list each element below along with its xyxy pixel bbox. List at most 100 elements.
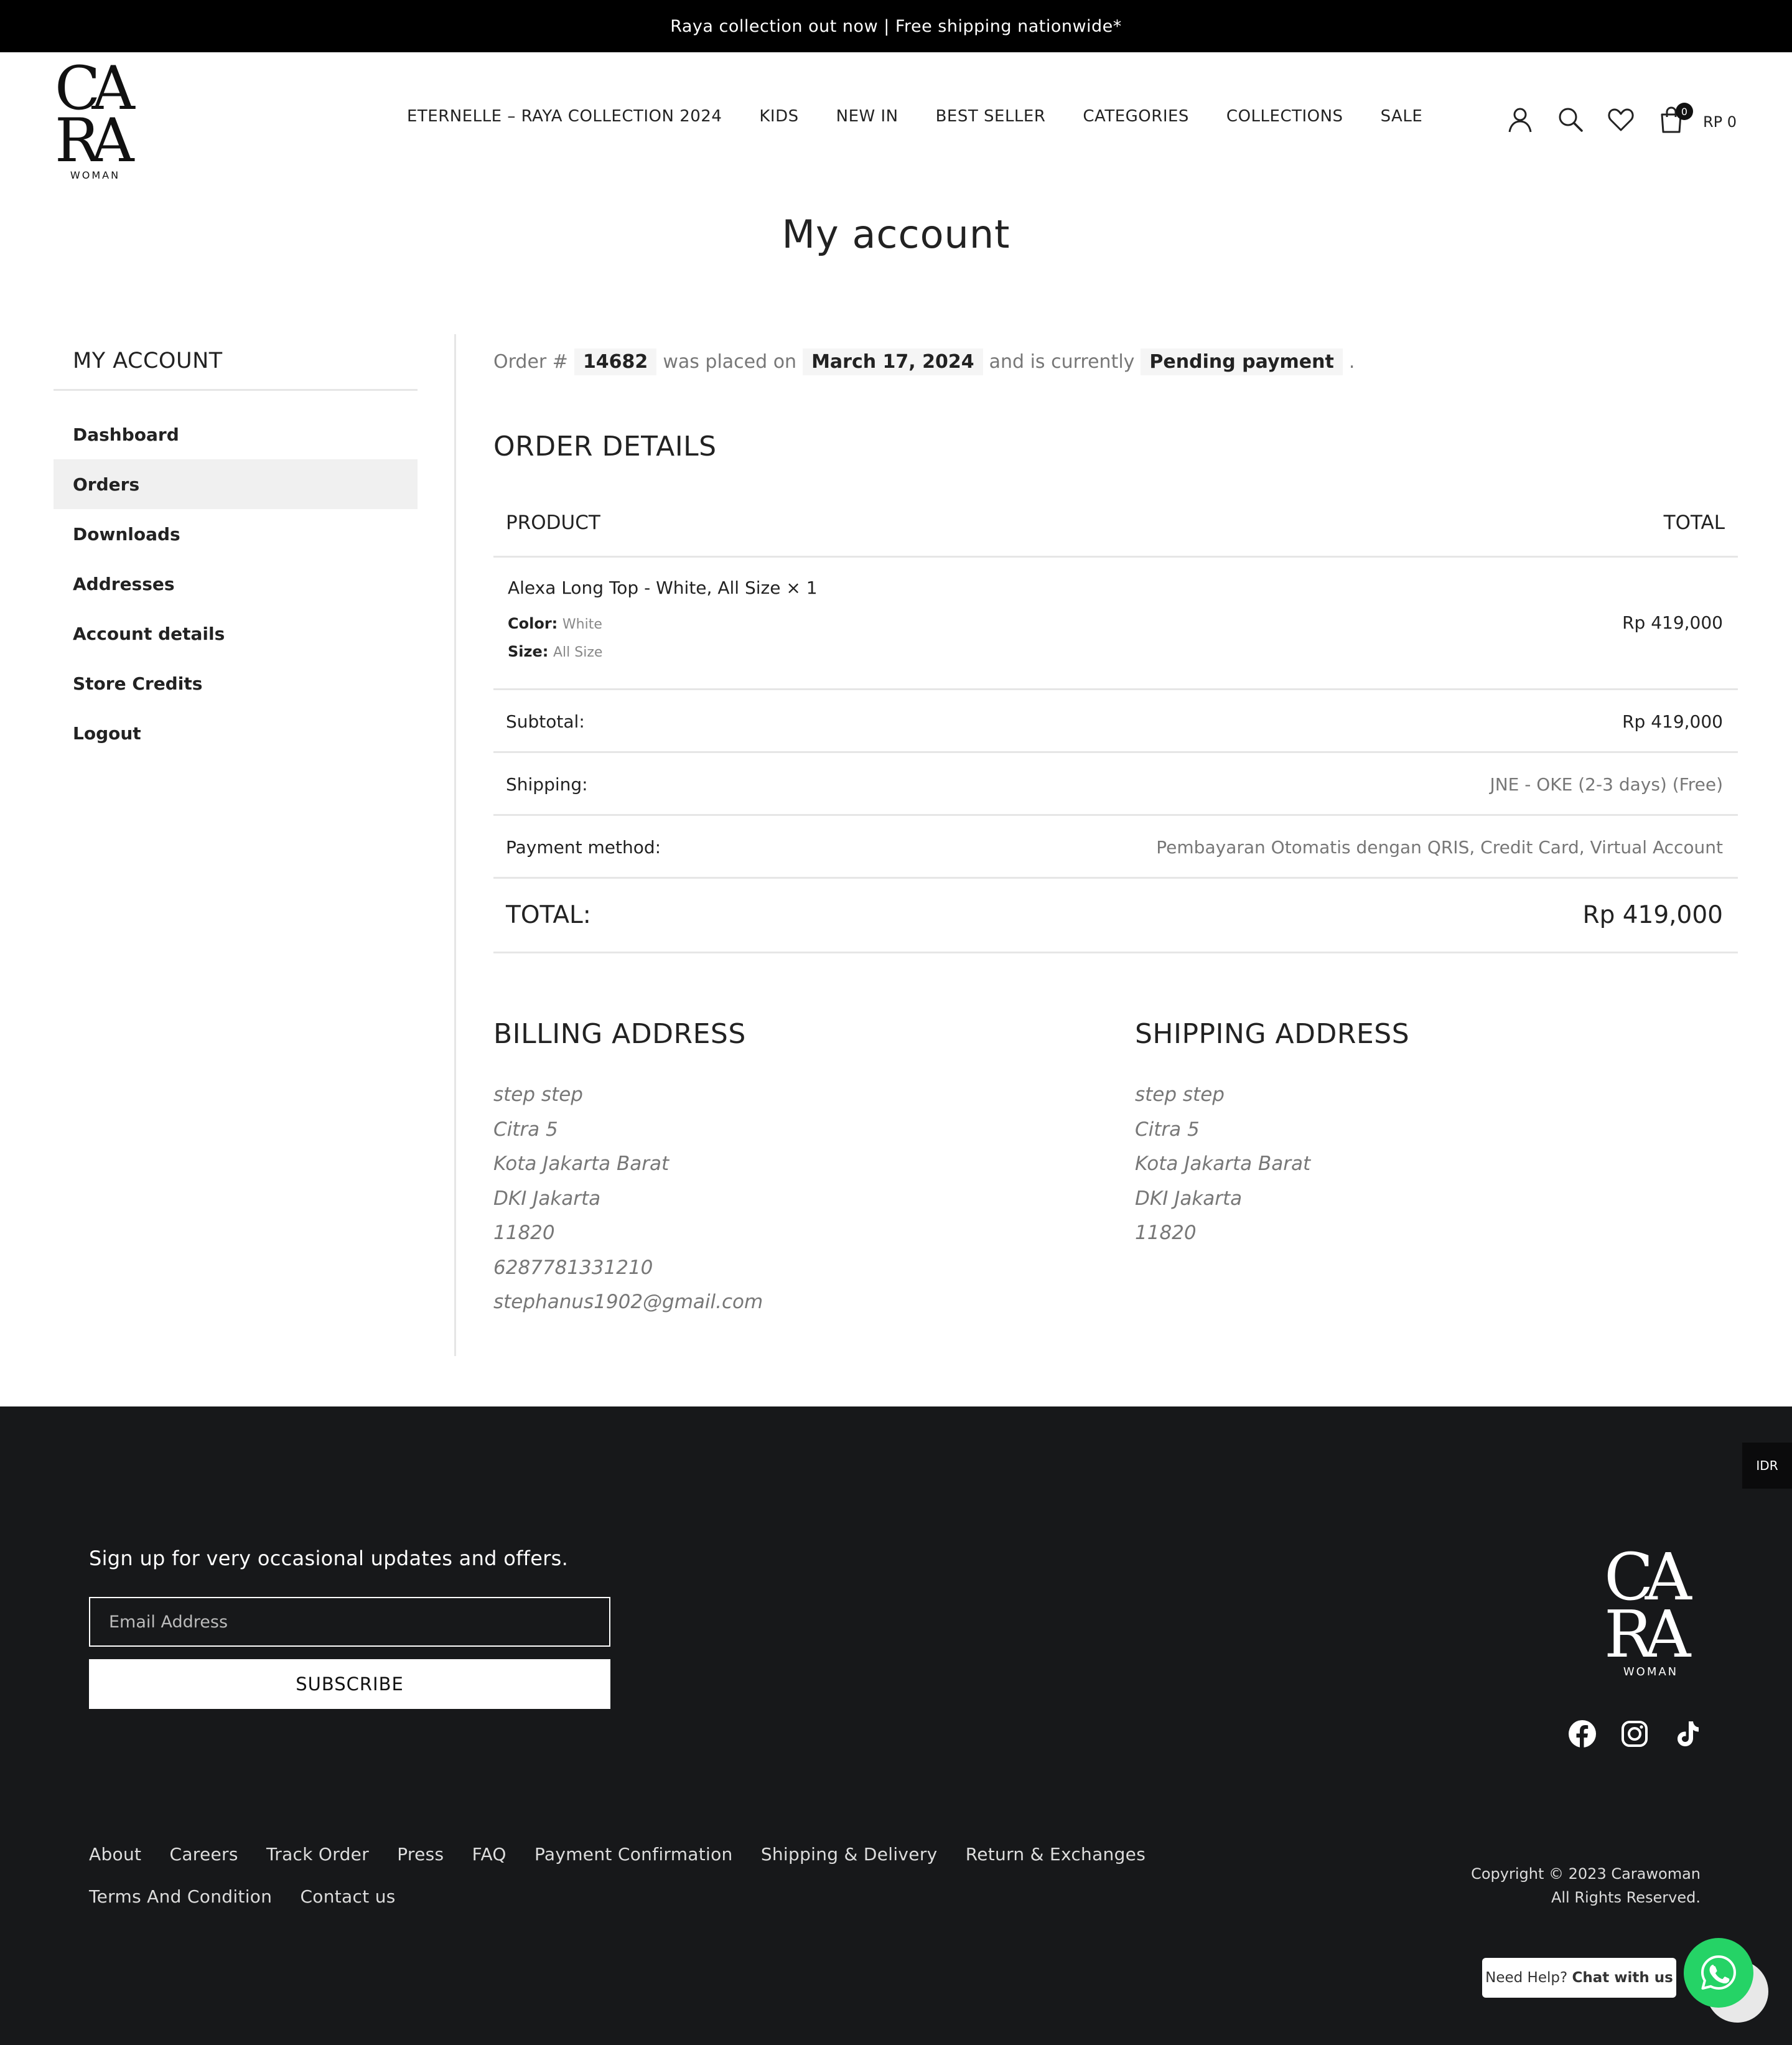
sidebar-item-downloads[interactable]: Downloads — [54, 509, 418, 559]
sidebar-item-label: Downloads — [73, 523, 180, 545]
newsletter-heading: Sign up for very occasional updates and … — [89, 1547, 569, 1570]
footer-link-press[interactable]: Press — [397, 1833, 444, 1876]
footer-link-about[interactable]: About — [89, 1833, 141, 1876]
rights-line: All Rights Reserved. — [1551, 1889, 1701, 1906]
whatsapp-button[interactable] — [1684, 1938, 1753, 2008]
sidebar-item-label: Logout — [73, 723, 141, 744]
nav-item-collections[interactable]: COLLECTIONS — [1226, 107, 1343, 126]
sidebar-item-label: Store Credits — [73, 673, 203, 694]
footer-logo[interactable]: CARA WOMAN — [1604, 1539, 1704, 1692]
order-status: Pending payment — [1141, 349, 1343, 375]
tiktok-icon[interactable] — [1673, 1719, 1702, 1749]
order-number: 14682 — [574, 349, 657, 375]
shipping-address-title: SHIPPING ADDRESS — [1135, 1018, 1410, 1050]
nav-item-best-seller[interactable]: BEST SELLER — [936, 107, 1046, 126]
order-date: March 17, 2024 — [803, 349, 983, 375]
sidebar-item-store-credits[interactable]: Store Credits — [54, 658, 418, 708]
sidebar-item-dashboard[interactable]: Dashboard — [54, 409, 418, 459]
order-status-line: Order # 14682 was placed on March 17, 20… — [493, 349, 1355, 375]
order-details-title: ORDER DETAILS — [493, 431, 717, 462]
billing-email: stephanus1902@gmail.com — [493, 1291, 763, 1313]
product-color: Color: White — [508, 615, 602, 632]
announcement-bar: Raya collection out now | Free shipping … — [0, 0, 1792, 52]
table-divider — [493, 751, 1738, 753]
subtotal-label: Subtotal: — [506, 711, 585, 732]
subtotal-value: Rp 419,000 — [1622, 711, 1723, 732]
billing-street: Citra 5 — [493, 1118, 558, 1141]
footer-link-contact[interactable]: Contact us — [300, 1876, 395, 1918]
order-status-text: and is currently — [989, 351, 1135, 373]
billing-address-title: BILLING ADDRESS — [493, 1018, 746, 1050]
order-period: . — [1348, 351, 1355, 373]
copyright: Copyright © 2023 Carawoman All Rights Re… — [1471, 1862, 1701, 1909]
footer-link-shipping-delivery[interactable]: Shipping & Delivery — [761, 1833, 938, 1876]
product-size-value: All Size — [553, 645, 603, 660]
sidebar-item-label: Addresses — [73, 573, 175, 594]
heart-icon[interactable] — [1606, 105, 1636, 134]
table-divider — [493, 556, 1738, 558]
subscribe-button[interactable]: SUBSCRIBE — [89, 1659, 610, 1709]
column-header-total: TOTAL — [1663, 512, 1725, 534]
product-size-label: Size: — [508, 643, 549, 660]
footer-logo-wordmark: CARA — [1604, 1539, 1692, 1672]
billing-postcode: 11820 — [493, 1222, 555, 1244]
nav-item-raya-collection[interactable]: ETERNELLE – RAYA COLLECTION 2024 — [407, 107, 722, 126]
shipping-value: JNE - OKE (2-3 days) (Free) — [1490, 774, 1723, 795]
product-color-label: Color: — [508, 615, 558, 632]
shipping-postcode: 11820 — [1135, 1222, 1197, 1244]
sidebar-item-account-details[interactable]: Account details — [54, 609, 418, 658]
product-quantity: × 1 — [786, 578, 818, 598]
sidebar-item-label: Account details — [73, 623, 225, 644]
sidebar-item-addresses[interactable]: Addresses — [54, 559, 418, 609]
table-divider — [493, 688, 1738, 690]
copyright-line: Copyright © 2023 Carawoman — [1471, 1865, 1701, 1883]
nav-item-kids[interactable]: KIDS — [759, 107, 798, 126]
footer-link-payment-confirmation[interactable]: Payment Confirmation — [534, 1833, 733, 1876]
billing-address: step step Citra 5 Kota Jakarta Barat DKI… — [493, 1078, 763, 1320]
shipping-street: Citra 5 — [1135, 1118, 1200, 1141]
facebook-icon[interactable] — [1567, 1719, 1597, 1749]
shipping-city: Kota Jakarta Barat — [1135, 1153, 1311, 1175]
table-divider — [493, 952, 1738, 953]
order-total-value: Rp 419,000 — [1582, 901, 1723, 929]
sidebar-item-label: Orders — [73, 474, 140, 495]
order-prefix: Order # — [493, 351, 568, 373]
currency-switcher[interactable]: IDR — [1742, 1443, 1792, 1489]
brand-logo[interactable]: CARA WOMAN — [55, 54, 142, 181]
sidebar-item-logout[interactable]: Logout — [54, 708, 418, 758]
shipping-label: Shipping: — [506, 774, 588, 795]
product-size: Size: All Size — [508, 643, 602, 660]
billing-province: DKI Jakarta — [493, 1187, 601, 1210]
billing-name: step step — [493, 1083, 583, 1106]
payment-method-value: Pembayaran Otomatis dengan QRIS, Credit … — [1156, 837, 1723, 858]
footer-link-track-order[interactable]: Track Order — [266, 1833, 369, 1876]
nav-item-new-in[interactable]: NEW IN — [836, 107, 898, 126]
nav-item-categories[interactable]: CATEGORIES — [1083, 107, 1189, 126]
newsletter-email-input[interactable] — [89, 1597, 610, 1647]
nav-item-sale[interactable]: SALE — [1381, 107, 1423, 126]
cart-count-badge: 0 — [1676, 103, 1693, 120]
footer-link-return-exchanges[interactable]: Return & Exchanges — [966, 1833, 1146, 1876]
billing-phone: 6287781331210 — [493, 1256, 653, 1279]
main-nav: ETERNELLE – RAYA COLLECTION 2024 KIDS NE… — [407, 107, 1422, 126]
shipping-name: step step — [1135, 1083, 1225, 1106]
announcement-text: Raya collection out now | Free shipping … — [670, 16, 1122, 36]
footer-link-faq[interactable]: FAQ — [472, 1833, 506, 1876]
product-name-link[interactable]: Alexa Long Top - White, All Size — [508, 578, 780, 598]
user-icon[interactable] — [1505, 105, 1535, 134]
footer-link-terms[interactable]: Terms And Condition — [89, 1876, 272, 1918]
page-title: My account — [782, 212, 1010, 257]
order-placed-text: was placed on — [663, 351, 797, 373]
chat-prefix: Need Help? — [1485, 1970, 1568, 1986]
sidebar-item-orders[interactable]: Orders — [54, 459, 418, 509]
instagram-icon[interactable] — [1620, 1719, 1650, 1749]
billing-city: Kota Jakarta Barat — [493, 1153, 670, 1175]
chat-help-bubble[interactable]: Need Help? Chat with us — [1482, 1958, 1676, 1998]
logo-wordmark: CARA — [55, 54, 135, 175]
site-footer — [0, 1406, 1792, 2045]
search-icon[interactable] — [1556, 105, 1585, 134]
footer-link-careers[interactable]: Careers — [170, 1833, 238, 1876]
sidebar-title: MY ACCOUNT — [73, 349, 223, 373]
chat-cta: Chat with us — [1572, 1970, 1673, 1986]
cart-total[interactable]: RP 0 — [1703, 113, 1737, 131]
